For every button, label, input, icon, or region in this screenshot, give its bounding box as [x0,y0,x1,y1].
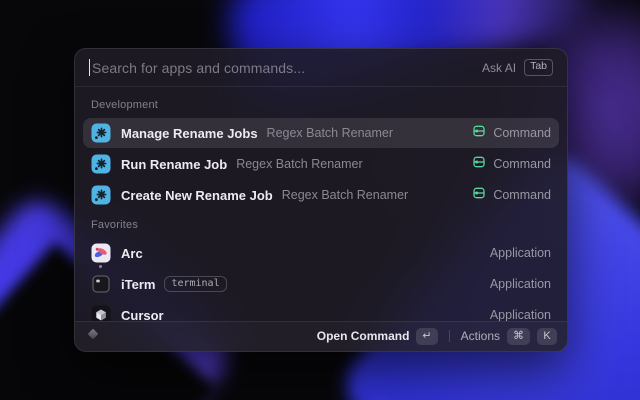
item-title: Create New Rename Job [121,188,273,203]
item-title: Manage Rename Jobs [121,126,258,141]
raycast-launcher-window: Search for apps and commands... Ask AI T… [74,48,568,352]
text-caret [89,59,90,76]
primary-action-label[interactable]: Open Command [317,329,410,343]
action-bar: Open Command ↵ Actions ⌘ K [75,321,567,351]
regex-batch-renamer-icon [91,154,111,174]
running-indicator [99,265,102,268]
list-item-iterm[interactable]: iTerm terminal Application [83,269,559,299]
item-type-label: Application [490,308,551,321]
item-tag: terminal [164,276,226,292]
return-key-badge: ↵ [416,328,437,345]
item-subtitle: Regex Batch Renamer [267,126,393,140]
command-type-icon [472,124,486,143]
ask-ai-label[interactable]: Ask AI [482,61,516,75]
item-title: Cursor [121,308,164,322]
cmd-key-badge: ⌘ [507,328,530,345]
list-item-arc[interactable]: Arc Application [83,238,559,268]
regex-batch-renamer-icon [91,185,111,205]
list-item-manage-rename-jobs[interactable]: Manage Rename Jobs Regex Batch Renamer C… [83,118,559,148]
arc-app-icon [91,243,111,263]
actions-menu-label[interactable]: Actions [461,329,500,343]
regex-batch-renamer-icon [91,123,111,143]
tab-key-badge: Tab [524,59,553,76]
list-item-create-new-rename-job[interactable]: Create New Rename Job Regex Batch Rename… [83,180,559,210]
results-list: Development Manage Rename Jobs Regex B [75,87,567,321]
cursor-app-icon [91,305,111,321]
section-header-development: Development [83,91,559,118]
item-title: Arc [121,246,143,261]
item-title: iTerm [121,277,155,292]
item-subtitle: Regex Batch Renamer [236,157,362,171]
item-type-label: Command [493,126,551,140]
iterm-app-icon [91,274,111,294]
item-type-label: Command [493,157,551,171]
footer-divider [449,330,450,342]
item-type-label: Application [490,277,551,291]
raycast-logo-icon [85,326,101,347]
item-title: Run Rename Job [121,157,227,172]
item-type-label: Application [490,246,551,260]
command-type-icon [472,155,486,174]
search-input[interactable]: Search for apps and commands... [92,60,482,76]
section-header-favorites: Favorites [83,211,559,238]
command-type-icon [472,186,486,205]
item-type-label: Command [493,188,551,202]
search-bar[interactable]: Search for apps and commands... Ask AI T… [75,49,567,87]
item-subtitle: Regex Batch Renamer [282,188,408,202]
list-item-run-rename-job[interactable]: Run Rename Job Regex Batch Renamer Comma… [83,149,559,179]
list-item-cursor[interactable]: Cursor Application [83,300,559,321]
k-key-badge: K [537,328,557,345]
